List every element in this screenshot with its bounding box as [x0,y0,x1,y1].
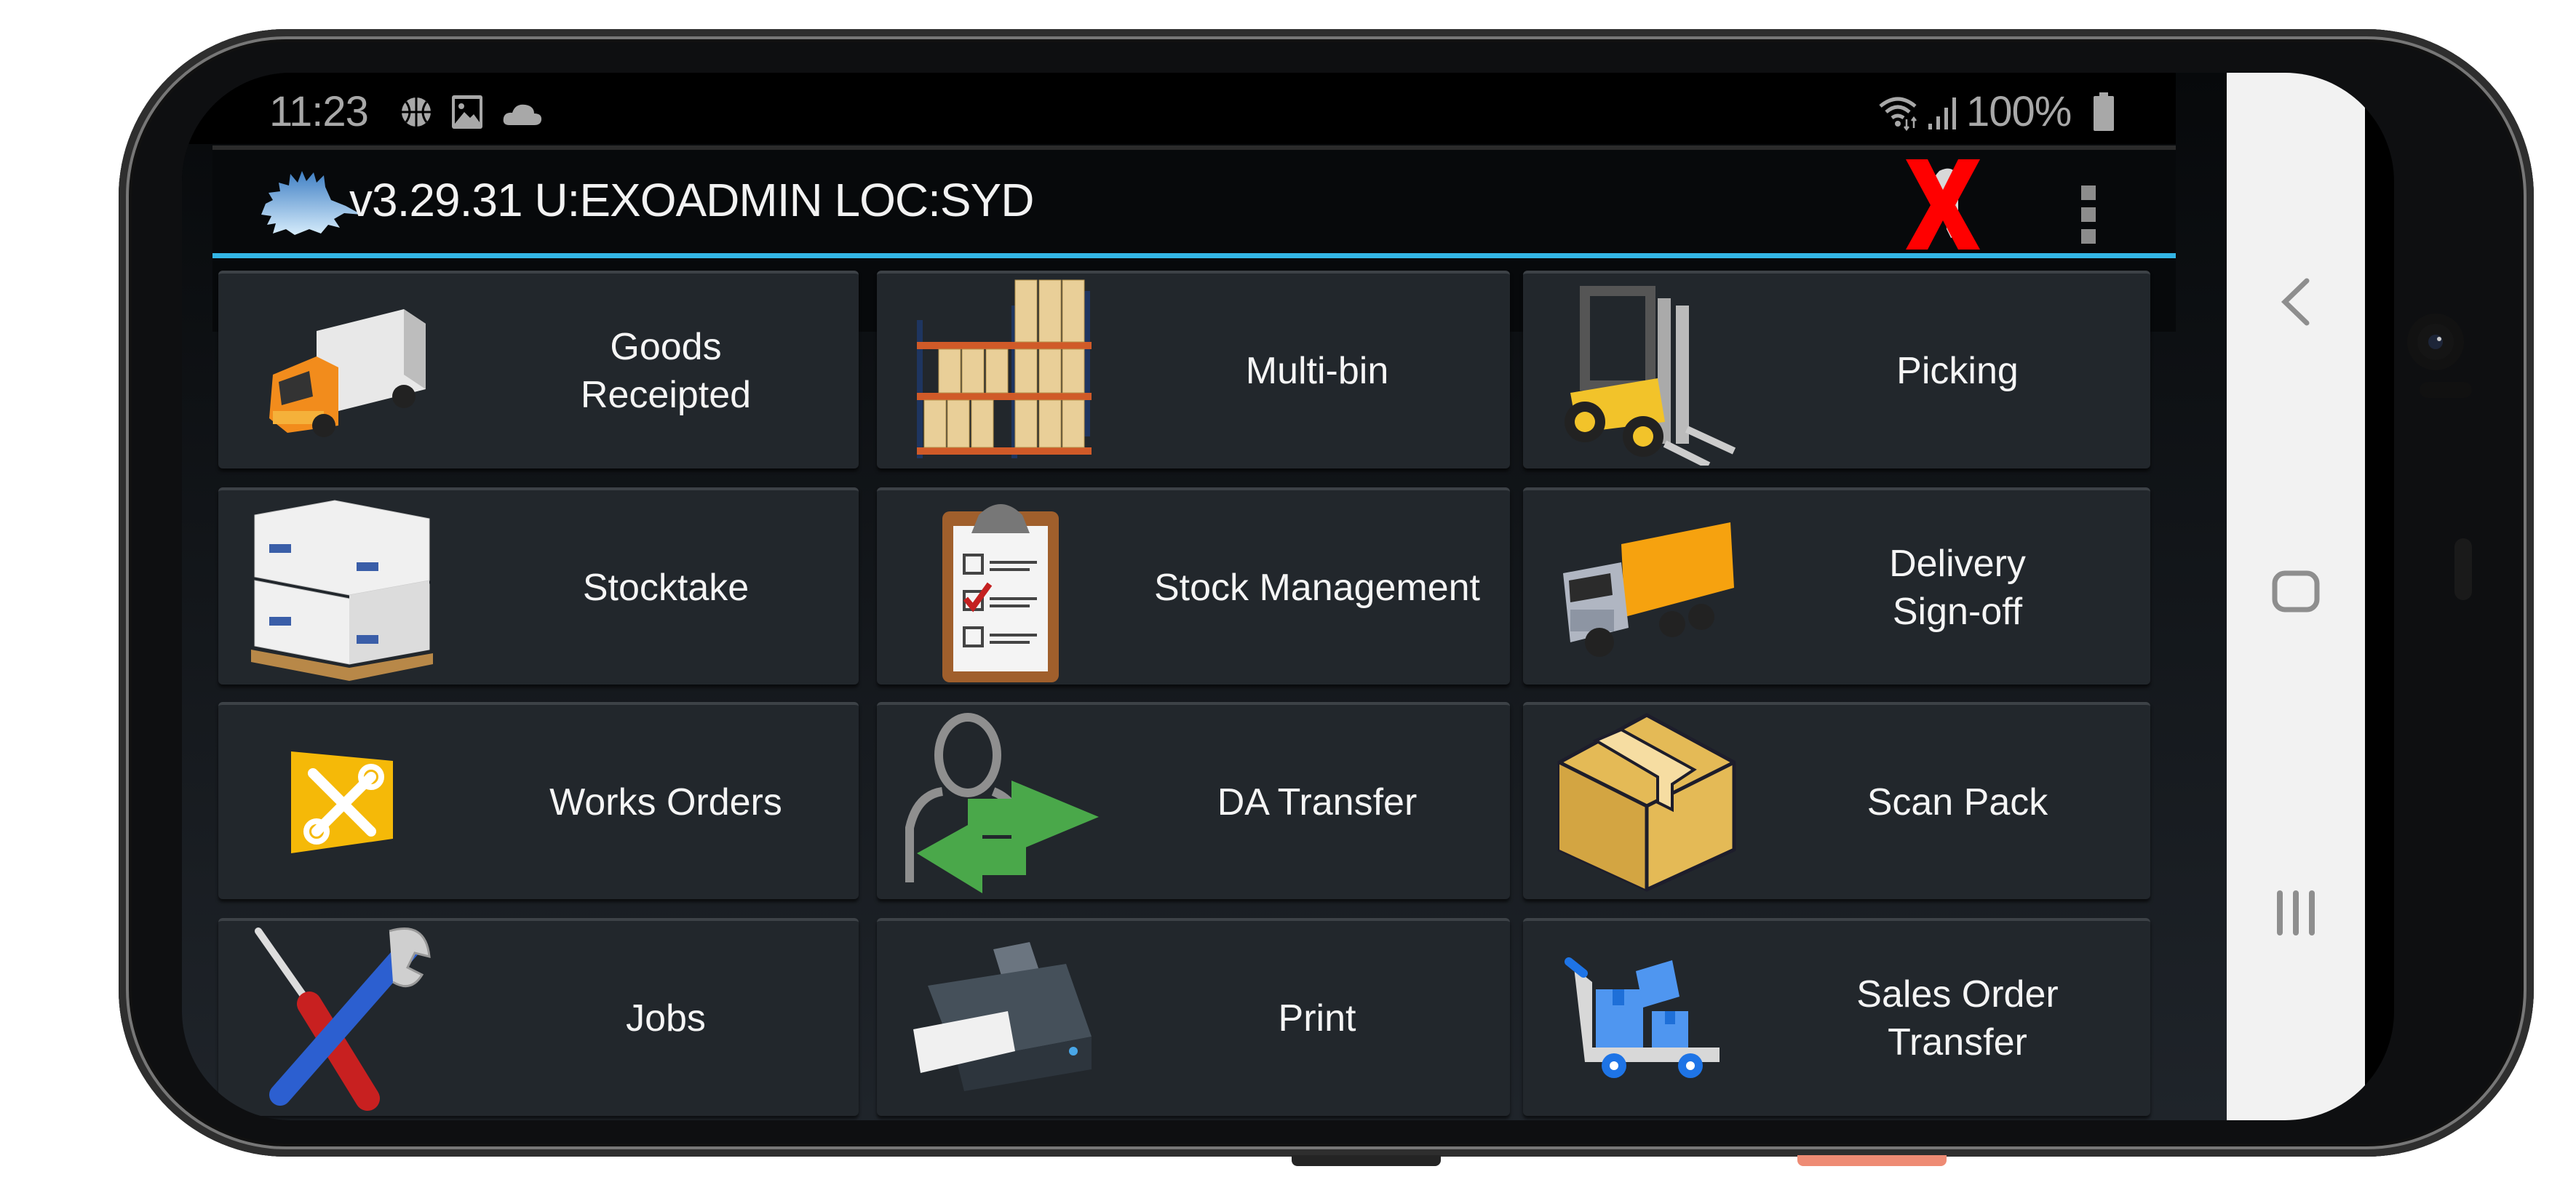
menu-tile-goods-receipted[interactable]: Goods Receipted [218,271,859,468]
menu-tile-label: Works Orders [549,781,782,823]
overflow-menu-icon [2081,185,2096,244]
menu-tile-multi-bin[interactable]: Multi-bin [877,271,1510,468]
status-bar: 11:23 100% [182,73,2176,144]
cloud-icon [503,104,542,125]
app-area: 11:23 100% v3.29.31 U:EXOADMIN LOC:SYD G… [182,73,2227,1120]
recents-icon [2277,890,2315,935]
app-title: v3.29.31 U:EXOADMIN LOC:SYD [349,174,1034,226]
menu-tile-stocktake[interactable]: Stocktake [218,487,859,685]
menu-tile-label: Scan Pack [1867,781,2048,823]
status-time: 11:23 [269,88,369,135]
user-transfer-icon [891,705,1110,899]
menu-tile-label: Print [1278,997,1356,1040]
header-accent-line [212,253,2176,258]
menu-tile-picking[interactable]: Picking [1523,271,2150,468]
sensor-icon [2420,382,2472,398]
menu-tile-sales-order-transfer[interactable]: Sales Order Transfer [1523,918,2150,1116]
home-square-icon [2272,570,2320,613]
front-camera-icon [2417,324,2454,360]
package-box-icon [1538,705,1756,899]
pallet-rack-icon [891,274,1110,468]
menu-tile-da-transfer[interactable]: DA Transfer [877,702,1510,899]
boxes-pallet-icon [233,490,451,685]
delivery-truck-icon [1538,490,1756,685]
menu-tile-label: Sales Order Transfer [1856,973,2059,1064]
menu-tile-label: DA Transfer [1217,781,1418,823]
battery-icon [2094,92,2114,131]
menu-tile-scan-pack[interactable]: Scan Pack [1523,702,2150,899]
chevron-left-icon [2281,278,2310,326]
tools-badge-icon [233,705,451,899]
menu-tile-jobs[interactable]: Jobs [218,918,859,1116]
cart-boxes-icon [1538,921,1756,1116]
phone-side-button [1292,1155,1441,1166]
phone-screen: 11:23 100% v3.29.31 U:EXOADMIN LOC:SYD G… [182,73,2394,1120]
speaker-slit [2454,538,2472,600]
phone-side-button-accent [1797,1155,1947,1166]
menu-tile-label: Stocktake [582,566,750,609]
menu-tile-label: Picking [1896,350,2019,392]
screwdriver-wrench-icon [233,921,451,1116]
menu-tile-delivery-sign-off[interactable]: Delivery Sign-off [1523,487,2150,685]
wifi-icon [1879,97,1917,131]
battery-percent: 100% [1966,88,2072,135]
disconnected-scanner-icon [1906,159,1980,250]
signal-icon [1928,97,1956,129]
clipboard-checklist-icon [891,490,1110,685]
navigation-bar [2227,73,2365,1120]
overflow-menu-button[interactable] [2078,182,2099,247]
basketball-icon [402,97,431,127]
forklift-icon [1538,274,1756,468]
home-button[interactable] [2227,567,2365,615]
truck-icon [233,274,451,468]
menu-tile-label: Multi-bin [1245,350,1389,392]
back-button[interactable] [2227,276,2365,327]
image-icon [452,95,482,129]
printer-icon [891,921,1110,1116]
menu-tile-label: Delivery Sign-off [1889,542,2026,633]
menu-tile-label: Stock Management [1153,566,1481,609]
scanner-status-button[interactable] [1896,156,1990,255]
menu-tile-label: Jobs [626,997,706,1040]
menu-tile-works-orders[interactable]: Works Orders [218,702,859,899]
recents-button[interactable] [2227,887,2365,938]
menu-tile-label: Goods Receipted [580,326,752,416]
menu-tile-stock-management[interactable]: Stock Management [877,487,1510,685]
menu-tile-print[interactable]: Print [877,918,1510,1116]
